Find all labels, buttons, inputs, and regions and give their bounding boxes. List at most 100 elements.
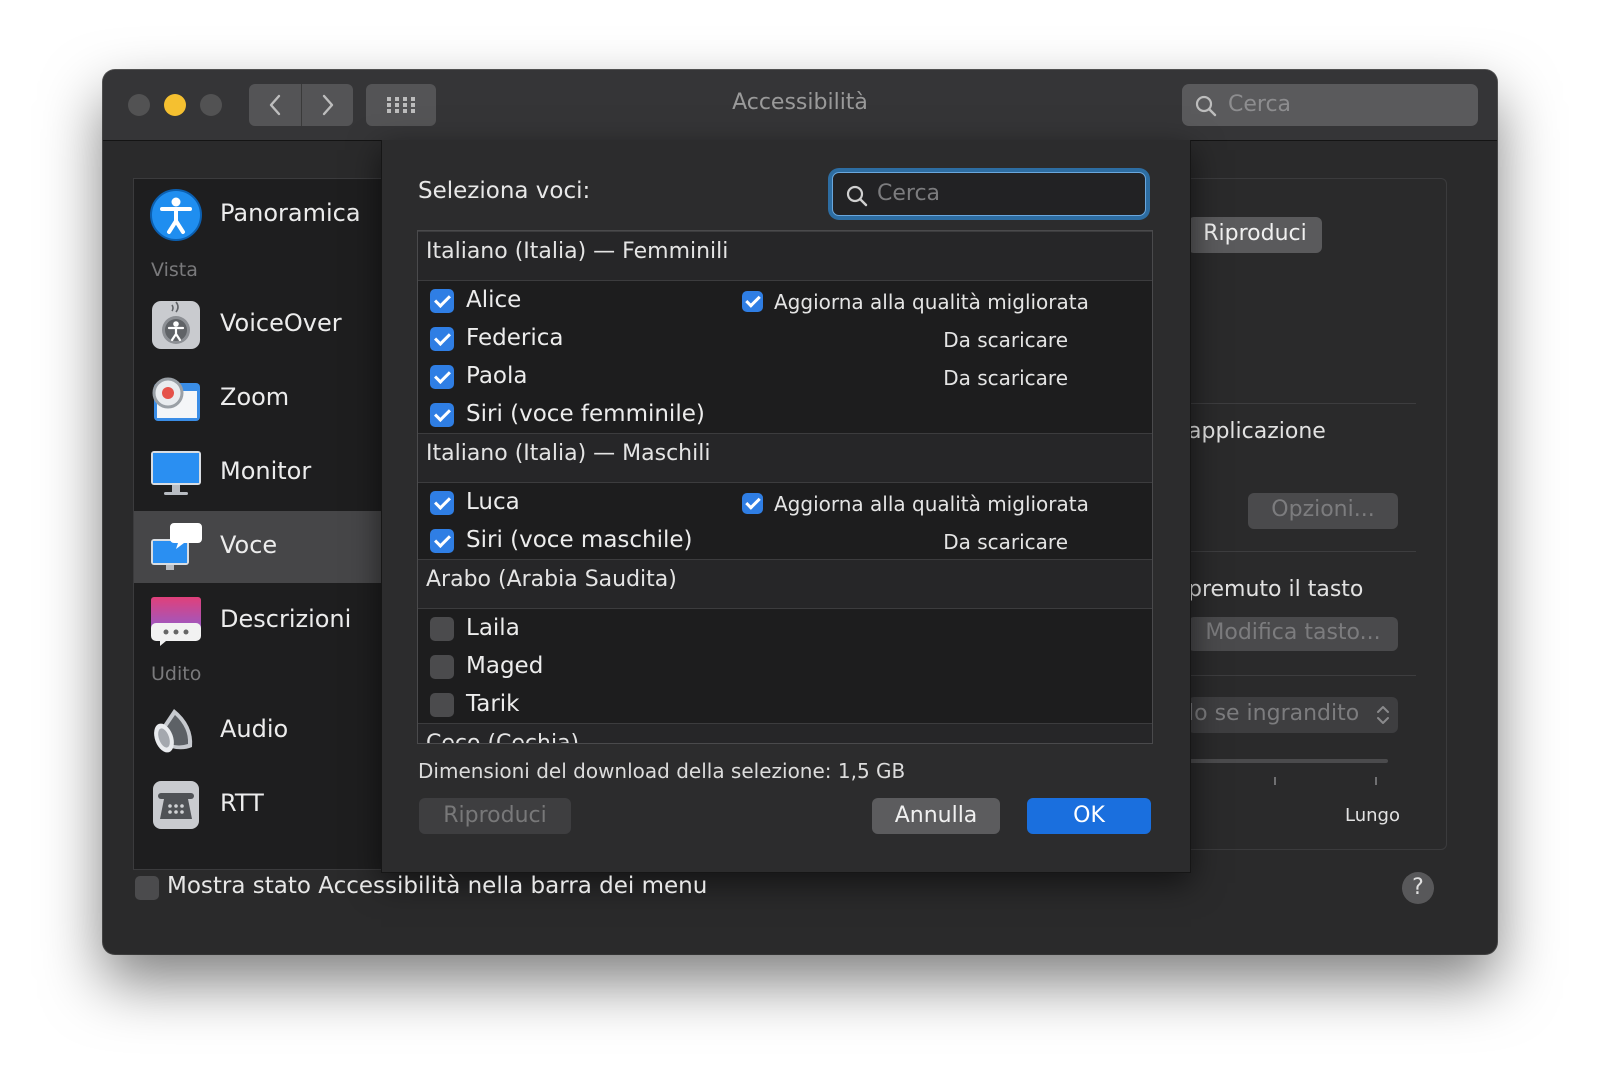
download-status: Da scaricare: [943, 328, 1068, 352]
voiceover-icon: [152, 301, 200, 349]
group-header: Italiano (Italia) — Femminili: [418, 231, 1152, 281]
voice-row-federica: Federica Da scaricare: [418, 321, 1152, 359]
voice-row-siri-female: Siri (voce femminile): [418, 397, 1152, 435]
sidebar-item-label: Audio: [220, 715, 289, 743]
sidebar: Panoramica Vista VoiceOver Zoom Monitor …: [133, 178, 404, 870]
voice-checkbox[interactable]: [430, 655, 454, 679]
voice-name: Maged: [466, 653, 544, 679]
system-preferences-window: Accessibilità Cerca Panoramica Vista Voi…: [103, 70, 1497, 954]
help-button[interactable]: ?: [1402, 872, 1434, 904]
descriptions-icon: [151, 597, 201, 646]
voices-list[interactable]: Italiano (Italia) — Femminili Alice Aggi…: [417, 230, 1153, 744]
cancel-button[interactable]: Annulla: [872, 798, 1000, 834]
voice-checkbox[interactable]: [430, 617, 454, 641]
sidebar-item-voiceover[interactable]: VoiceOver: [134, 289, 404, 361]
ok-button[interactable]: OK: [1027, 798, 1151, 834]
group-header: Italiano (Italia) — Maschili: [418, 433, 1152, 483]
download-status: Da scaricare: [943, 366, 1068, 390]
monitor-icon: [151, 451, 201, 495]
application-label: applicazione: [1188, 419, 1326, 444]
group-header: Arabo (Arabia Saudita): [418, 559, 1152, 609]
sidebar-item-label: Monitor: [220, 457, 312, 485]
sidebar-item-rtt[interactable]: RTT: [134, 769, 404, 841]
voice-checkbox[interactable]: [430, 491, 454, 515]
voice-checkbox[interactable]: [430, 327, 454, 351]
chevron-up-down-icon: [1377, 706, 1389, 724]
speech-icon: [151, 523, 202, 570]
search-placeholder: Cerca: [877, 181, 941, 206]
sidebar-item-label: Zoom: [220, 383, 290, 411]
voice-name: Laila: [466, 615, 520, 641]
speaker-icon: [154, 709, 193, 753]
voice-row-alice: Alice Aggiorna alla qualità migliorata: [418, 283, 1152, 321]
sidebar-item-label: VoiceOver: [220, 309, 342, 337]
toolbar-search-field[interactable]: Cerca: [1182, 84, 1478, 126]
group-title: Arabo (Arabia Saudita): [426, 567, 677, 592]
zoom-icon: [152, 377, 200, 421]
search-icon: [846, 185, 868, 207]
sidebar-item-monitor[interactable]: Monitor: [134, 437, 404, 509]
voice-row-laila: Laila: [418, 611, 1152, 649]
popup-value: lo se ingrandito: [1188, 701, 1360, 726]
speech-rate-slider-track[interactable]: [1188, 759, 1388, 763]
zoom-condition-popup[interactable]: lo se ingrandito: [1188, 697, 1398, 733]
voice-name: Paola: [466, 363, 528, 389]
panel-play-button[interactable]: Riproduci: [1188, 217, 1322, 253]
sidebar-item-voce[interactable]: Voce: [134, 511, 404, 583]
voice-row-siri-male: Siri (voce maschile) Da scaricare: [418, 523, 1152, 561]
title-bar: Accessibilità Cerca: [103, 70, 1497, 141]
voice-row-luca: Luca Aggiorna alla qualità migliorata: [418, 485, 1152, 523]
upgrade-quality-checkbox[interactable]: [742, 291, 763, 312]
voice-checkbox[interactable]: [430, 365, 454, 389]
voice-row-paola: Paola Da scaricare: [418, 359, 1152, 397]
group-title: Italiano (Italia) — Maschili: [426, 441, 711, 466]
sidebar-item-zoom[interactable]: Zoom: [134, 363, 404, 435]
upgrade-quality-label: Aggiorna alla qualità migliorata: [774, 290, 1089, 314]
voice-name: Alice: [466, 287, 522, 313]
section-header-vista: Vista: [151, 259, 198, 281]
sidebar-item-label: Panoramica: [220, 199, 361, 227]
voice-checkbox[interactable]: [430, 693, 454, 717]
download-size-label: Dimensioni del download della selezione:…: [418, 759, 906, 783]
voices-search-input[interactable]: Cerca: [832, 172, 1146, 216]
voice-row-maged: Maged: [418, 649, 1152, 687]
download-status: Da scaricare: [943, 530, 1068, 554]
voice-name: Luca: [466, 489, 520, 515]
options-button[interactable]: Opzioni...: [1248, 493, 1398, 529]
group-title: Ceco (Cechia): [426, 731, 580, 744]
divider: [1188, 403, 1416, 404]
sidebar-item-label: Voce: [220, 531, 278, 559]
voice-name: Siri (voce femminile): [466, 401, 705, 427]
slider-tick: [1274, 777, 1276, 785]
sidebar-item-label: RTT: [220, 789, 264, 817]
section-header-udito: Udito: [151, 663, 202, 685]
voice-checkbox[interactable]: [430, 289, 454, 313]
modify-key-button[interactable]: Modifica tasto...: [1188, 617, 1398, 651]
accessibility-icon: [150, 189, 202, 241]
sheet-title: Seleziona voci:: [418, 178, 591, 204]
key-pressed-label: premuto il tasto: [1188, 577, 1364, 602]
sidebar-item-descrizioni[interactable]: Descrizioni: [134, 585, 404, 657]
voice-settings-panel: Riproduci applicazione Opzioni... premut…: [1188, 178, 1447, 850]
slider-label-long: Lungo: [1345, 805, 1400, 826]
sidebar-item-audio[interactable]: Audio: [134, 695, 404, 767]
divider: [1188, 551, 1416, 552]
voice-name: Siri (voce maschile): [466, 527, 693, 553]
sidebar-item-panoramica[interactable]: Panoramica: [134, 179, 404, 251]
upgrade-quality-label: Aggiorna alla qualità migliorata: [774, 492, 1089, 516]
sidebar-item-label: Descrizioni: [220, 605, 352, 633]
voice-checkbox[interactable]: [430, 403, 454, 427]
voice-name: Federica: [466, 325, 564, 351]
telephone-icon: [153, 781, 199, 829]
menu-status-label: Mostra stato Accessibilità nella barra d…: [167, 873, 708, 899]
voice-name: Tarik: [466, 691, 520, 717]
play-button[interactable]: Riproduci: [419, 798, 571, 834]
voice-checkbox[interactable]: [430, 529, 454, 553]
search-icon: [1195, 95, 1217, 117]
upgrade-quality-checkbox[interactable]: [742, 493, 763, 514]
select-voices-sheet: Seleziona voci: Cerca Italiano (Italia) …: [381, 140, 1191, 873]
voice-row-tarik: Tarik: [418, 687, 1152, 725]
menu-status-checkbox[interactable]: [135, 876, 159, 900]
search-placeholder: Cerca: [1228, 92, 1292, 117]
divider: [1188, 675, 1416, 676]
